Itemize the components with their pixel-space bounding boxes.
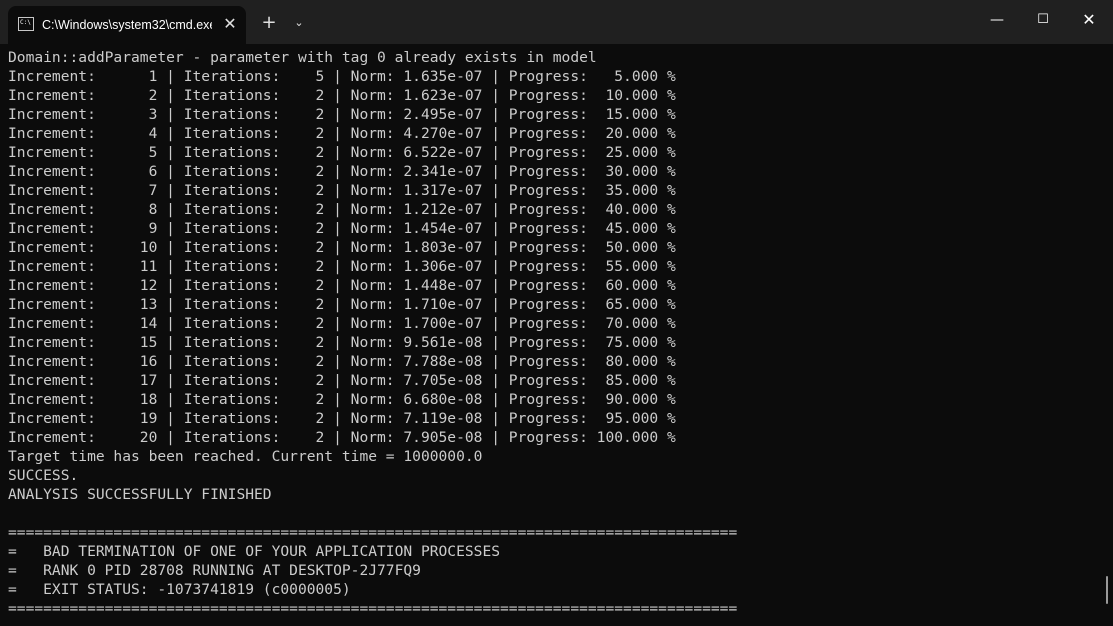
terminal-icon: C:\ (18, 17, 34, 31)
terminal-line: = RANK 0 PID 28708 RUNNING AT DESKTOP-2J… (8, 562, 421, 579)
terminal-line: Increment: 14 | Iterations: 2 | Norm: 1.… (8, 315, 676, 332)
terminal-line: Increment: 9 | Iterations: 2 | Norm: 1.4… (8, 220, 676, 237)
terminal-line: Increment: 12 | Iterations: 2 | Norm: 1.… (8, 277, 676, 294)
terminal-line: Increment: 13 | Iterations: 2 | Norm: 1.… (8, 296, 676, 313)
title-bar: C:\ C:\Windows\system32\cmd.exe ✕ + ⌄ — … (0, 0, 1113, 44)
plus-icon[interactable]: + (256, 10, 282, 36)
close-icon[interactable]: ✕ (220, 14, 240, 34)
terminal-lines: Domain::addParameter - parameter with ta… (8, 48, 737, 618)
terminal-line: Increment: 6 | Iterations: 2 | Norm: 2.3… (8, 163, 676, 180)
terminal-line: Increment: 11 | Iterations: 2 | Norm: 1.… (8, 258, 676, 275)
terminal-line: Domain::addParameter - parameter with ta… (8, 49, 597, 66)
terminal-line: ========================================… (8, 600, 738, 617)
terminal-line: Increment: 15 | Iterations: 2 | Norm: 9.… (8, 334, 676, 351)
close-icon[interactable]: ✕ (1066, 0, 1112, 40)
maximize-icon[interactable]: ☐ (1020, 0, 1066, 40)
terminal-line: Target time has been reached. Current ti… (8, 448, 483, 465)
chevron-down-icon[interactable]: ⌄ (288, 10, 310, 36)
terminal-line: Increment: 10 | Iterations: 2 | Norm: 1.… (8, 239, 676, 256)
terminal-line: Increment: 19 | Iterations: 2 | Norm: 7.… (8, 410, 676, 427)
tab-title: C:\Windows\system32\cmd.exe (42, 18, 212, 32)
minimize-icon[interactable]: — (974, 0, 1020, 40)
terminal-line: Increment: 2 | Iterations: 2 | Norm: 1.6… (8, 87, 676, 104)
terminal-line: Increment: 3 | Iterations: 2 | Norm: 2.4… (8, 106, 676, 123)
terminal-line: Increment: 4 | Iterations: 2 | Norm: 4.2… (8, 125, 676, 142)
terminal-line: Increment: 1 | Iterations: 5 | Norm: 1.6… (8, 68, 676, 85)
terminal-line: = EXIT STATUS: -1073741819 (c0000005) (8, 581, 351, 598)
terminal-line: Increment: 8 | Iterations: 2 | Norm: 1.2… (8, 201, 676, 218)
terminal-line: Increment: 20 | Iterations: 2 | Norm: 7.… (8, 429, 676, 446)
terminal-output[interactable]: Domain::addParameter - parameter with ta… (0, 44, 1100, 626)
scrollbar[interactable] (1102, 44, 1113, 626)
terminal-line: Increment: 17 | Iterations: 2 | Norm: 7.… (8, 372, 676, 389)
terminal-line: Increment: 18 | Iterations: 2 | Norm: 6.… (8, 391, 676, 408)
terminal-line: = BAD TERMINATION OF ONE OF YOUR APPLICA… (8, 543, 501, 560)
terminal-line: Increment: 16 | Iterations: 2 | Norm: 7.… (8, 353, 676, 370)
terminal-line: Increment: 5 | Iterations: 2 | Norm: 6.5… (8, 144, 676, 161)
terminal-line: ANALYSIS SUCCESSFULLY FINISHED (8, 486, 272, 503)
terminal-line: ========================================… (8, 524, 738, 541)
scrollbar-thumb[interactable] (1106, 576, 1108, 604)
tab-cmd[interactable]: C:\ C:\Windows\system32\cmd.exe ✕ (8, 6, 246, 44)
terminal-line: Increment: 7 | Iterations: 2 | Norm: 1.3… (8, 182, 676, 199)
terminal-line: SUCCESS. (8, 467, 79, 484)
